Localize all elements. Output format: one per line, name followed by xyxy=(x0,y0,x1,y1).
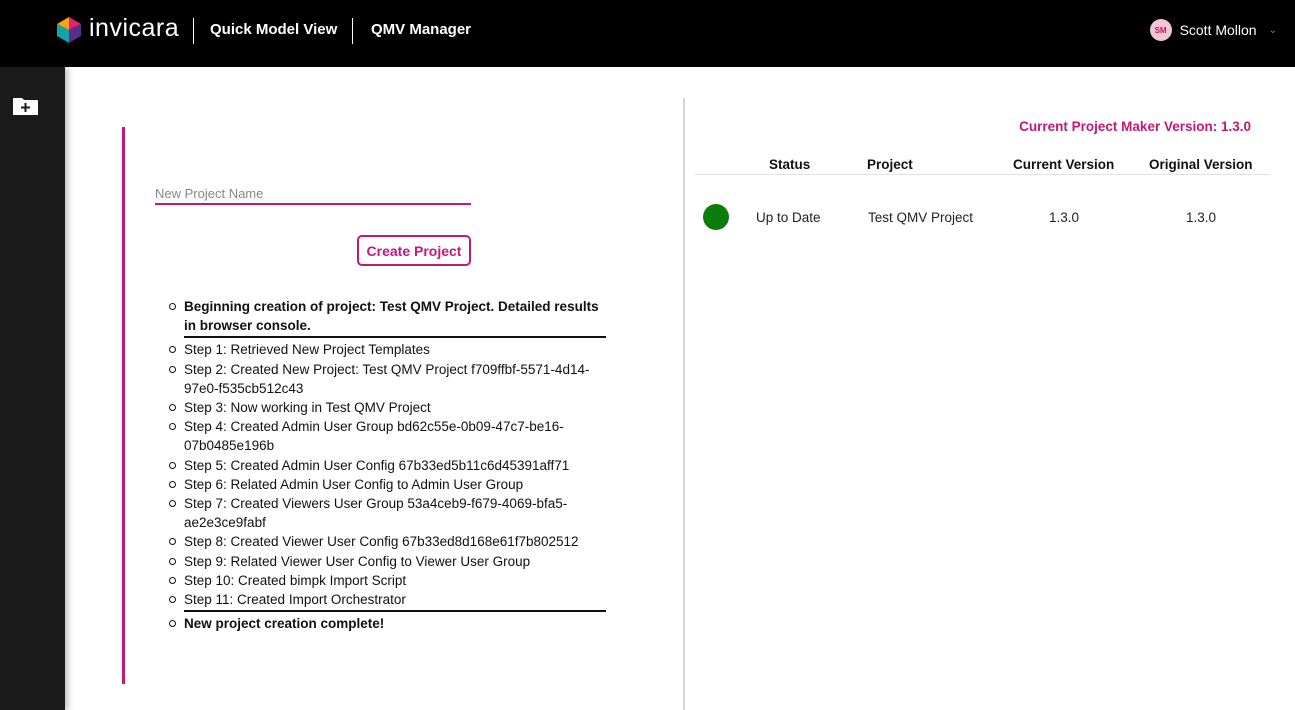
invicara-logo-icon xyxy=(57,17,81,43)
log-item: Step 2: Created New Project: Test QMV Pr… xyxy=(169,360,606,398)
new-project-name-input[interactable] xyxy=(155,184,471,205)
column-header-original-version: Original Version xyxy=(1149,157,1253,172)
creation-log-list: Beginning creation of project: Test QMV … xyxy=(169,297,606,633)
create-project-button[interactable]: Create Project xyxy=(357,235,471,266)
column-header-status: Status xyxy=(769,157,811,172)
column-header-current-version: Current Version xyxy=(1013,157,1115,172)
log-item: New project creation complete! xyxy=(169,614,606,633)
log-item: Beginning creation of project: Test QMV … xyxy=(169,297,606,339)
sidebar xyxy=(0,67,65,710)
avatar: SM xyxy=(1149,19,1172,41)
chevron-down-icon[interactable]: ⌄ xyxy=(1269,25,1277,36)
folder-add-icon[interactable] xyxy=(12,97,39,116)
log-item: Step 1: Retrieved New Project Templates xyxy=(169,340,606,359)
project-name: Test QMV Project xyxy=(868,210,974,225)
log-item: Step 9: Related Viewer User Config to Vi… xyxy=(169,552,606,571)
status-text: Up to Date xyxy=(756,210,821,225)
log-item: Step 3: Now working in Test QMV Project xyxy=(169,398,606,417)
log-item: Step 10: Created bimpk Import Script xyxy=(169,571,606,590)
table-header: Status Project Current Version Original … xyxy=(694,156,1270,175)
panel-divider xyxy=(683,98,685,710)
project-versions-table: Status Project Current Version Original … xyxy=(694,156,1270,230)
page-title: QMV Manager xyxy=(371,21,472,38)
brand-name: invicara xyxy=(89,14,180,42)
user-menu[interactable]: SM Scott Mollon ⌄ xyxy=(1149,19,1277,41)
log-item: Step 4: Created Admin User Group bd62c55… xyxy=(169,417,606,455)
status-indicator xyxy=(703,204,729,230)
header-separator xyxy=(193,18,194,44)
app-title[interactable]: Quick Model View xyxy=(210,21,337,38)
log-item: Step 5: Created Admin User Config 67b33e… xyxy=(169,456,606,475)
form-accent-bar xyxy=(122,127,125,684)
log-item: Step 6: Related Admin User Config to Adm… xyxy=(169,475,606,494)
column-header-project: Project xyxy=(867,157,913,172)
current-version-value: 1.3.0 xyxy=(1049,210,1080,225)
current-version-label: Current Project Maker Version: 1.3.0 xyxy=(1019,119,1251,134)
user-name: Scott Mollon xyxy=(1179,22,1257,38)
top-bar: invicara Quick Model View QMV Manager SM… xyxy=(0,0,1295,67)
log-item: Step 11: Created Import Orchestrator xyxy=(169,590,606,613)
header-separator xyxy=(352,18,353,44)
log-item: Step 7: Created Viewers User Group 53a4c… xyxy=(169,494,606,532)
original-version-value: 1.3.0 xyxy=(1186,210,1217,225)
log-item: Step 8: Created Viewer User Config 67b33… xyxy=(169,532,606,551)
